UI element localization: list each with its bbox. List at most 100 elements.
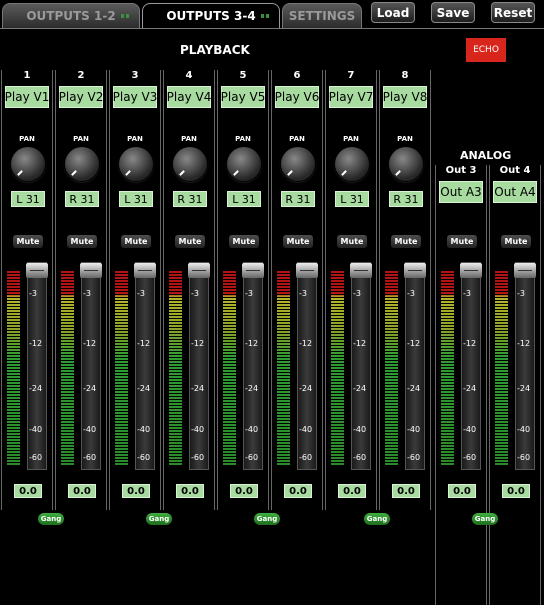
channel-name-field[interactable]: Play V2 xyxy=(59,86,103,108)
level-value: 0.0 xyxy=(176,484,204,498)
channel-name-field[interactable]: Out A4 xyxy=(493,181,537,203)
mute-button[interactable]: Mute xyxy=(391,235,421,248)
channel-name-field[interactable]: Play V1 xyxy=(5,86,49,108)
fader-handle[interactable] xyxy=(188,263,210,278)
channel-name-field[interactable]: Out A3 xyxy=(439,181,483,203)
fader-scale-label: -40 xyxy=(407,425,421,434)
pan-knob[interactable] xyxy=(65,147,99,181)
fader-handle[interactable] xyxy=(80,263,102,278)
gang-button[interactable]: Gang xyxy=(38,513,64,525)
channel-number: Out 3 xyxy=(445,165,477,176)
pan-knob[interactable] xyxy=(119,147,153,181)
gang-button[interactable]: Gang xyxy=(146,513,172,525)
gang-button[interactable]: Gang xyxy=(254,513,280,525)
channel-name-field[interactable]: Play V8 xyxy=(383,86,427,108)
pan-value: R 31 xyxy=(65,191,99,207)
level-value: 0.0 xyxy=(122,484,150,498)
level-meter xyxy=(331,270,344,465)
pan-knob[interactable] xyxy=(173,147,207,181)
level-meter xyxy=(385,270,398,465)
pan-label: PAN xyxy=(73,135,89,143)
mute-button[interactable]: Mute xyxy=(121,235,151,248)
level-value: 0.0 xyxy=(230,484,258,498)
pan-label: PAN xyxy=(181,135,197,143)
channel-name-field[interactable]: Play V6 xyxy=(275,86,319,108)
level-value: 0.0 xyxy=(392,484,420,498)
echo-button[interactable]: ECHO xyxy=(466,38,506,62)
channel-name-field[interactable]: Play V7 xyxy=(329,86,373,108)
mute-button[interactable]: Mute xyxy=(447,235,477,248)
tab-outputs-1-2[interactable]: OUTPUTS 1-2 xyxy=(2,3,140,28)
level-meter xyxy=(223,270,236,465)
fader-scale-label: -12 xyxy=(299,339,313,348)
tab-settings[interactable]: SETTINGS xyxy=(282,3,362,28)
tab-outputs-3-4[interactable]: OUTPUTS 3-4 xyxy=(142,3,280,28)
fader-scale-label: -24 xyxy=(299,384,313,393)
fader-scale-label: -40 xyxy=(191,425,205,434)
pan-knob[interactable] xyxy=(11,147,45,181)
fader-handle[interactable] xyxy=(514,263,536,278)
pan-knob[interactable] xyxy=(335,147,369,181)
fader-scale-label: -12 xyxy=(353,339,367,348)
fader-scale-label: -24 xyxy=(137,384,151,393)
pan-label: PAN xyxy=(127,135,143,143)
fader-handle[interactable] xyxy=(460,263,482,278)
pan-value: L 31 xyxy=(227,191,261,207)
fader-scale-label: -40 xyxy=(353,425,367,434)
mute-button[interactable]: Mute xyxy=(337,235,367,248)
knob-indicator-icon xyxy=(125,170,131,176)
tab-label: OUTPUTS 3-4 xyxy=(166,9,256,23)
mute-button[interactable]: Mute xyxy=(229,235,259,248)
reset-button[interactable]: Reset xyxy=(491,2,535,23)
gang-button[interactable]: Gang xyxy=(472,513,498,525)
fader-scale-label: -12 xyxy=(29,339,43,348)
fader-scale-label: -3 xyxy=(137,289,145,298)
fader-handle[interactable] xyxy=(296,263,318,278)
mute-button[interactable]: Mute xyxy=(283,235,313,248)
pan-label: PAN xyxy=(235,135,251,143)
playback-channel-strip: 2 Play V2 PAN R 31 Mute -3 -12 -24 -40 -60 0.0 xyxy=(55,70,107,510)
knob-indicator-icon xyxy=(17,170,23,176)
pan-value: L 31 xyxy=(11,191,45,207)
level-meter xyxy=(115,270,128,465)
pan-knob[interactable] xyxy=(281,147,315,181)
fader-scale-label: -60 xyxy=(407,453,421,462)
channel-name-field[interactable]: Play V5 xyxy=(221,86,265,108)
fader-scale-label: -3 xyxy=(463,289,471,298)
pan-label: PAN xyxy=(289,135,305,143)
channel-number: 7 xyxy=(347,70,355,81)
playback-channel-strip: 8 Play V8 PAN R 31 Mute -3 -12 -24 -40 -60 0.0 xyxy=(379,70,431,510)
channel-name-field[interactable]: Play V4 xyxy=(167,86,211,108)
channel-name-field[interactable]: Play V3 xyxy=(113,86,157,108)
pan-knob[interactable] xyxy=(227,147,261,181)
fader-handle[interactable] xyxy=(134,263,156,278)
gang-button[interactable]: Gang xyxy=(364,513,390,525)
pan-label: PAN xyxy=(19,135,35,143)
fader-scale-label: -3 xyxy=(83,289,91,298)
knob-indicator-icon xyxy=(341,170,347,176)
fader-scale-label: -60 xyxy=(83,453,97,462)
analog-channel-strip: Out 4 Out A4 Mute -3 -12 -24 -40 -60 0.0 xyxy=(489,165,541,605)
level-value: 0.0 xyxy=(448,484,476,498)
save-button[interactable]: Save xyxy=(431,2,475,23)
pan-value: R 31 xyxy=(389,191,423,207)
load-button[interactable]: Load xyxy=(371,2,415,23)
pan-label: PAN xyxy=(397,135,413,143)
fader-handle[interactable] xyxy=(242,263,264,278)
pan-label: PAN xyxy=(343,135,359,143)
fader-scale-label: -60 xyxy=(353,453,367,462)
level-meter xyxy=(169,270,182,465)
mute-button[interactable]: Mute xyxy=(67,235,97,248)
playback-channel-strip: 1 Play V1 PAN L 31 Mute -3 -12 -24 -40 -60 0.0 xyxy=(1,70,53,510)
mute-button[interactable]: Mute xyxy=(501,235,531,248)
mute-button[interactable]: Mute xyxy=(175,235,205,248)
channel-number: 8 xyxy=(401,70,409,81)
fader-scale-label: -40 xyxy=(299,425,313,434)
fader-scale-label: -24 xyxy=(463,384,477,393)
fader-scale-label: -24 xyxy=(29,384,43,393)
fader-handle[interactable] xyxy=(404,263,426,278)
mute-button[interactable]: Mute xyxy=(13,235,43,248)
fader-handle[interactable] xyxy=(350,263,372,278)
pan-knob[interactable] xyxy=(389,147,423,181)
fader-handle[interactable] xyxy=(26,263,48,278)
